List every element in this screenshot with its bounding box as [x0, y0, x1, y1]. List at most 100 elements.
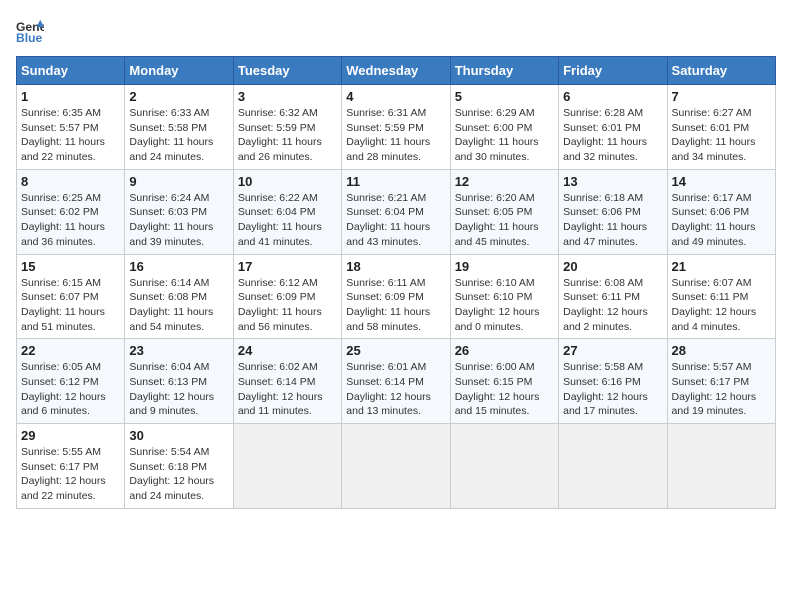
calendar-week-4: 22 Sunrise: 6:05 AMSunset: 6:12 PMDayligh…: [17, 339, 776, 424]
calendar-cell: [233, 424, 341, 509]
day-info: Sunrise: 6:18 AMSunset: 6:06 PMDaylight:…: [563, 191, 662, 250]
page-header: General Blue: [16, 16, 776, 44]
calendar-header-row: SundayMondayTuesdayWednesdayThursdayFrid…: [17, 57, 776, 85]
day-number: 6: [563, 89, 662, 104]
day-info: Sunrise: 6:32 AMSunset: 5:59 PMDaylight:…: [238, 106, 337, 165]
calendar-cell: 8 Sunrise: 6:25 AMSunset: 6:02 PMDaylight…: [17, 169, 125, 254]
day-number: 2: [129, 89, 228, 104]
day-number: 1: [21, 89, 120, 104]
day-info: Sunrise: 6:21 AMSunset: 6:04 PMDaylight:…: [346, 191, 445, 250]
calendar-cell: [342, 424, 450, 509]
day-number: 12: [455, 174, 554, 189]
day-number: 8: [21, 174, 120, 189]
calendar-cell: 17Sunrise: 6:12 AMSunset: 6:09 PMDayligh…: [233, 254, 341, 339]
day-number: 4: [346, 89, 445, 104]
logo: General Blue: [16, 16, 50, 44]
day-info: Sunrise: 6:15 AMSunset: 6:07 PMDaylight:…: [21, 276, 120, 335]
calendar-cell: 6 Sunrise: 6:28 AMSunset: 6:01 PMDaylight…: [559, 85, 667, 170]
day-info: Sunrise: 6:31 AMSunset: 5:59 PMDaylight:…: [346, 106, 445, 165]
day-info: Sunrise: 6:20 AMSunset: 6:05 PMDaylight:…: [455, 191, 554, 250]
calendar-cell: 30Sunrise: 5:54 AMSunset: 6:18 PMDayligh…: [125, 424, 233, 509]
day-info: Sunrise: 5:54 AMSunset: 6:18 PMDaylight:…: [129, 445, 228, 504]
day-number: 22: [21, 343, 120, 358]
day-number: 10: [238, 174, 337, 189]
day-number: 19: [455, 259, 554, 274]
day-number: 29: [21, 428, 120, 443]
day-info: Sunrise: 6:07 AMSunset: 6:11 PMDaylight:…: [672, 276, 771, 335]
calendar-cell: 29 Sunrise: 5:55 AMSunset: 6:17 PMDayligh…: [17, 424, 125, 509]
calendar-cell: 19 Sunrise: 6:10 AMSunset: 6:10 PMDayligh…: [450, 254, 558, 339]
day-info: Sunrise: 6:00 AMSunset: 6:15 PMDaylight:…: [455, 360, 554, 419]
day-info: Sunrise: 5:58 AMSunset: 6:16 PMDaylight:…: [563, 360, 662, 419]
calendar-cell: 14Sunrise: 6:17 AMSunset: 6:06 PMDayligh…: [667, 169, 775, 254]
calendar-week-2: 8 Sunrise: 6:25 AMSunset: 6:02 PMDaylight…: [17, 169, 776, 254]
calendar-cell: 27 Sunrise: 5:58 AMSunset: 6:16 PMDayligh…: [559, 339, 667, 424]
calendar-cell: 10 Sunrise: 6:22 AMSunset: 6:04 PMDayligh…: [233, 169, 341, 254]
day-number: 16: [129, 259, 228, 274]
calendar-cell: 22 Sunrise: 6:05 AMSunset: 6:12 PMDayligh…: [17, 339, 125, 424]
calendar-cell: 2 Sunrise: 6:33 AMSunset: 5:58 PMDaylight…: [125, 85, 233, 170]
col-header-tuesday: Tuesday: [233, 57, 341, 85]
col-header-wednesday: Wednesday: [342, 57, 450, 85]
calendar-cell: [667, 424, 775, 509]
day-info: Sunrise: 5:55 AMSunset: 6:17 PMDaylight:…: [21, 445, 120, 504]
day-info: Sunrise: 6:28 AMSunset: 6:01 PMDaylight:…: [563, 106, 662, 165]
calendar-cell: 16 Sunrise: 6:14 AMSunset: 6:08 PMDayligh…: [125, 254, 233, 339]
day-number: 27: [563, 343, 662, 358]
calendar-cell: 21 Sunrise: 6:07 AMSunset: 6:11 PMDayligh…: [667, 254, 775, 339]
calendar-cell: 9Sunrise: 6:24 AMSunset: 6:03 PMDaylight…: [125, 169, 233, 254]
calendar-cell: 24Sunrise: 6:02 AMSunset: 6:14 PMDayligh…: [233, 339, 341, 424]
day-info: Sunrise: 6:25 AMSunset: 6:02 PMDaylight:…: [21, 191, 120, 250]
day-info: Sunrise: 6:22 AMSunset: 6:04 PMDaylight:…: [238, 191, 337, 250]
day-number: 20: [563, 259, 662, 274]
col-header-friday: Friday: [559, 57, 667, 85]
day-number: 9: [129, 174, 228, 189]
calendar-cell: 23 Sunrise: 6:04 AMSunset: 6:13 PMDayligh…: [125, 339, 233, 424]
day-number: 17: [238, 259, 337, 274]
day-number: 7: [672, 89, 771, 104]
day-info: Sunrise: 6:05 AMSunset: 6:12 PMDaylight:…: [21, 360, 120, 419]
calendar-cell: 4 Sunrise: 6:31 AMSunset: 5:59 PMDaylight…: [342, 85, 450, 170]
day-number: 14: [672, 174, 771, 189]
day-number: 13: [563, 174, 662, 189]
day-info: Sunrise: 6:11 AMSunset: 6:09 PMDaylight:…: [346, 276, 445, 335]
day-info: Sunrise: 6:33 AMSunset: 5:58 PMDaylight:…: [129, 106, 228, 165]
day-info: Sunrise: 6:10 AMSunset: 6:10 PMDaylight:…: [455, 276, 554, 335]
day-info: Sunrise: 6:01 AMSunset: 6:14 PMDaylight:…: [346, 360, 445, 419]
calendar-cell: 28Sunrise: 5:57 AMSunset: 6:17 PMDayligh…: [667, 339, 775, 424]
day-number: 26: [455, 343, 554, 358]
day-number: 25: [346, 343, 445, 358]
calendar-cell: 20 Sunrise: 6:08 AMSunset: 6:11 PMDayligh…: [559, 254, 667, 339]
calendar-cell: 13 Sunrise: 6:18 AMSunset: 6:06 PMDayligh…: [559, 169, 667, 254]
day-number: 5: [455, 89, 554, 104]
calendar-cell: 7 Sunrise: 6:27 AMSunset: 6:01 PMDaylight…: [667, 85, 775, 170]
day-info: Sunrise: 6:08 AMSunset: 6:11 PMDaylight:…: [563, 276, 662, 335]
col-header-sunday: Sunday: [17, 57, 125, 85]
calendar-cell: [559, 424, 667, 509]
day-number: 15: [21, 259, 120, 274]
day-info: Sunrise: 6:29 AMSunset: 6:00 PMDaylight:…: [455, 106, 554, 165]
calendar-cell: [450, 424, 558, 509]
day-number: 11: [346, 174, 445, 189]
calendar-week-3: 15 Sunrise: 6:15 AMSunset: 6:07 PMDayligh…: [17, 254, 776, 339]
calendar-cell: 1 Sunrise: 6:35 AMSunset: 5:57 PMDaylight…: [17, 85, 125, 170]
day-number: 21: [672, 259, 771, 274]
day-number: 28: [672, 343, 771, 358]
col-header-thursday: Thursday: [450, 57, 558, 85]
day-info: Sunrise: 6:35 AMSunset: 5:57 PMDaylight:…: [21, 106, 120, 165]
calendar-cell: 26 Sunrise: 6:00 AMSunset: 6:15 PMDayligh…: [450, 339, 558, 424]
calendar-cell: 15 Sunrise: 6:15 AMSunset: 6:07 PMDayligh…: [17, 254, 125, 339]
svg-text:Blue: Blue: [16, 31, 43, 44]
col-header-monday: Monday: [125, 57, 233, 85]
calendar-week-1: 1 Sunrise: 6:35 AMSunset: 5:57 PMDaylight…: [17, 85, 776, 170]
calendar-cell: 12 Sunrise: 6:20 AMSunset: 6:05 PMDayligh…: [450, 169, 558, 254]
calendar-cell: 3Sunrise: 6:32 AMSunset: 5:59 PMDaylight…: [233, 85, 341, 170]
calendar-cell: 11 Sunrise: 6:21 AMSunset: 6:04 PMDayligh…: [342, 169, 450, 254]
day-number: 24: [238, 343, 337, 358]
calendar-week-5: 29 Sunrise: 5:55 AMSunset: 6:17 PMDayligh…: [17, 424, 776, 509]
day-info: Sunrise: 6:14 AMSunset: 6:08 PMDaylight:…: [129, 276, 228, 335]
calendar-cell: 5 Sunrise: 6:29 AMSunset: 6:00 PMDaylight…: [450, 85, 558, 170]
day-info: Sunrise: 6:04 AMSunset: 6:13 PMDaylight:…: [129, 360, 228, 419]
day-info: Sunrise: 6:27 AMSunset: 6:01 PMDaylight:…: [672, 106, 771, 165]
day-number: 23: [129, 343, 228, 358]
